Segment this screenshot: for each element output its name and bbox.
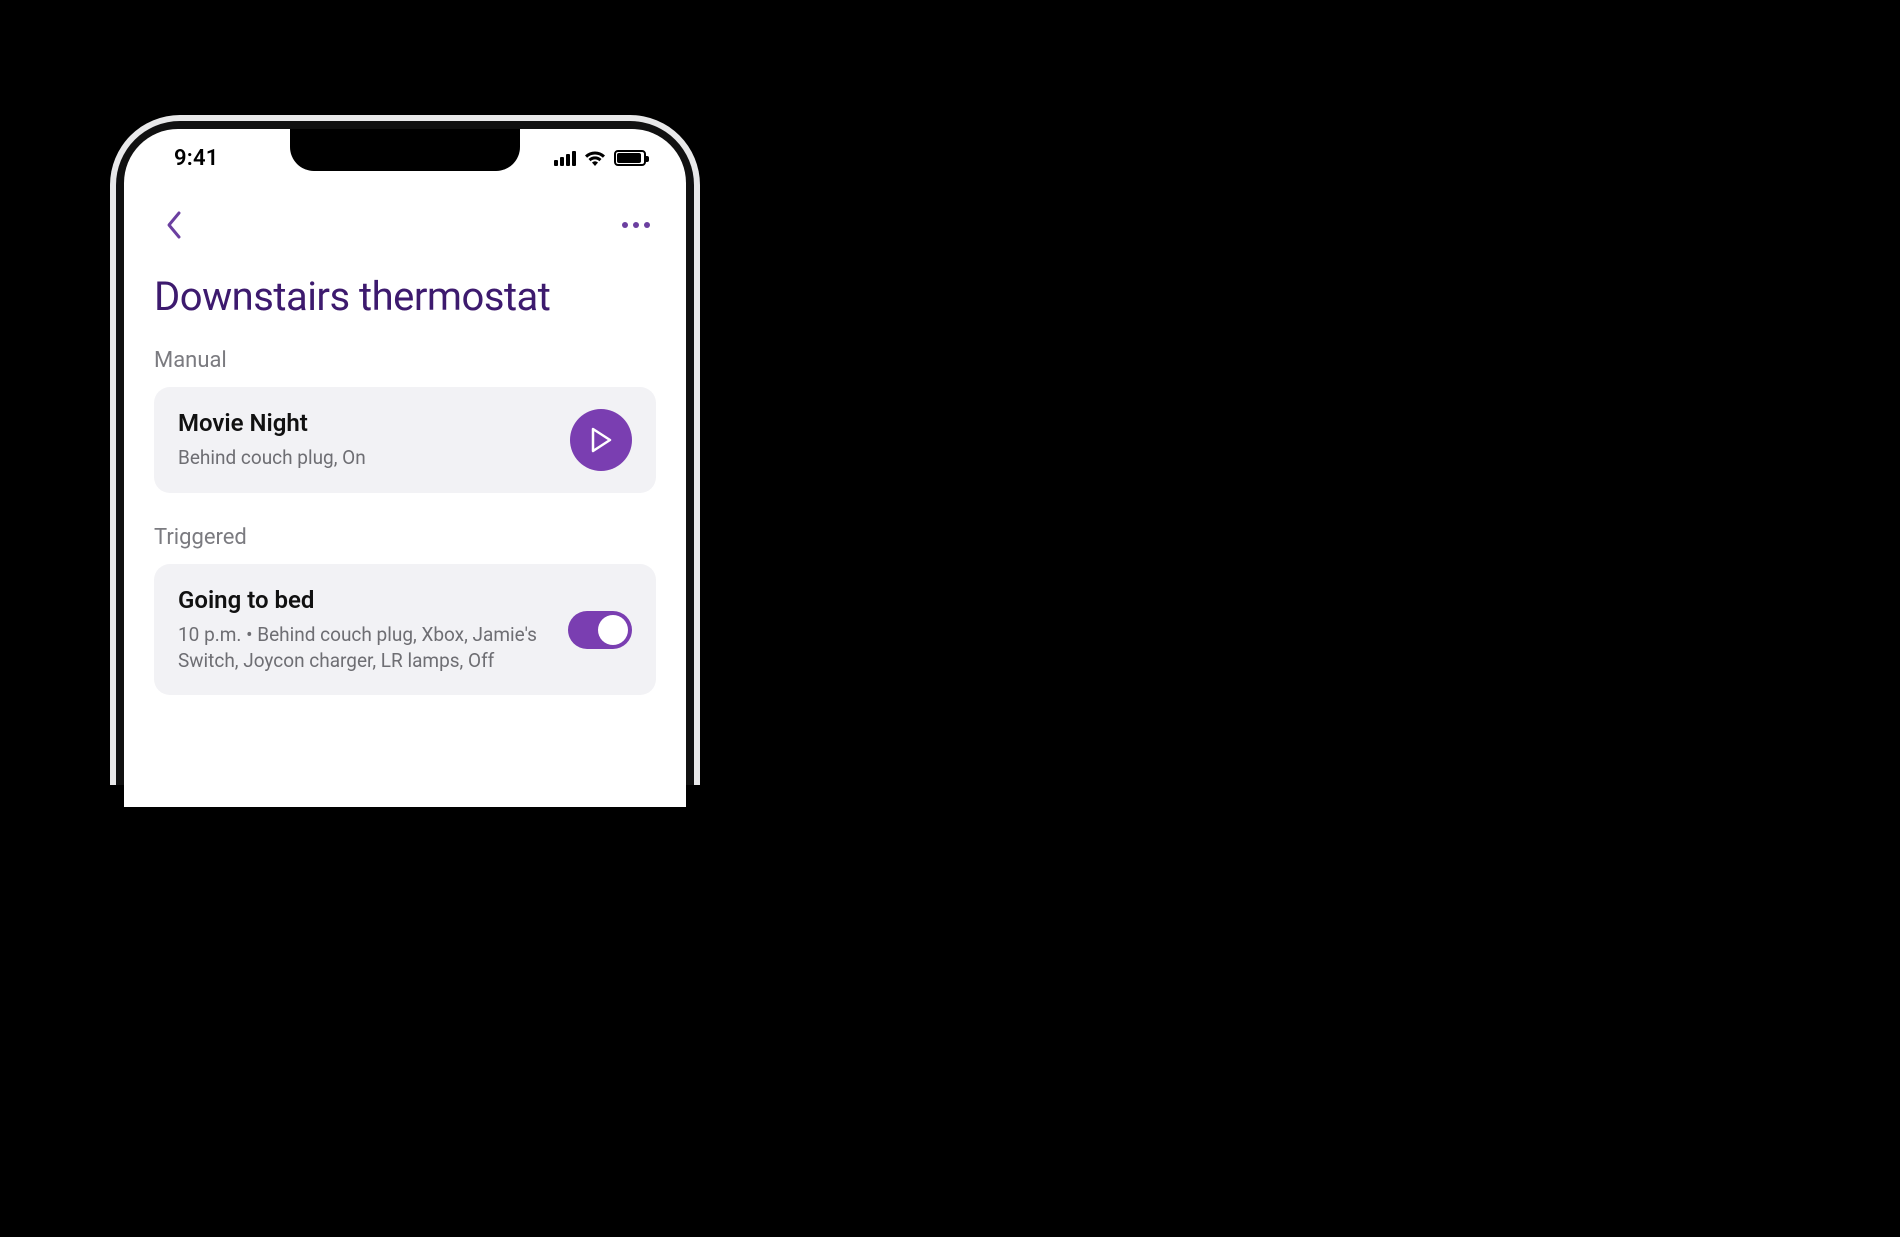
- cellular-signal-icon: [554, 150, 576, 166]
- triggered-scene-card[interactable]: Going to bed 10 p.m. • Behind couch plug…: [154, 564, 656, 695]
- card-text: Going to bed 10 p.m. • Behind couch plug…: [178, 586, 568, 673]
- page-title: Downstairs thermostat: [154, 273, 656, 320]
- section-header-manual: Manual: [154, 348, 656, 373]
- status-time: 9:41: [174, 146, 219, 171]
- phone-inner-rim: 9:41: [116, 121, 694, 785]
- back-button[interactable]: [154, 205, 194, 245]
- manual-scene-title: Movie Night: [178, 409, 554, 437]
- battery-icon: [614, 150, 646, 166]
- card-text: Movie Night Behind couch plug, On: [178, 409, 570, 471]
- play-icon: [590, 427, 612, 453]
- wifi-icon: [584, 150, 606, 166]
- triggered-scene-subtitle: 10 p.m. • Behind couch plug, Xbox, Jamie…: [178, 622, 552, 673]
- manual-scene-subtitle: Behind couch plug, On: [178, 445, 554, 471]
- phone-frame: 9:41: [110, 115, 700, 785]
- screen-overflow: [124, 715, 686, 807]
- phone-notch: [290, 129, 520, 171]
- status-indicators: [554, 150, 646, 166]
- more-button[interactable]: [616, 205, 656, 245]
- more-horizontal-icon: [622, 222, 628, 228]
- phone-screen: 9:41: [124, 129, 686, 785]
- automation-toggle[interactable]: [568, 611, 632, 649]
- chevron-left-icon: [165, 210, 183, 240]
- manual-scene-card[interactable]: Movie Night Behind couch plug, On: [154, 387, 656, 493]
- toggle-knob: [598, 615, 628, 645]
- play-scene-button[interactable]: [570, 409, 632, 471]
- content: Downstairs thermostat Manual Movie Night…: [124, 273, 686, 695]
- triggered-scene-title: Going to bed: [178, 586, 552, 614]
- nav-bar: [124, 187, 686, 255]
- section-header-triggered: Triggered: [154, 525, 656, 550]
